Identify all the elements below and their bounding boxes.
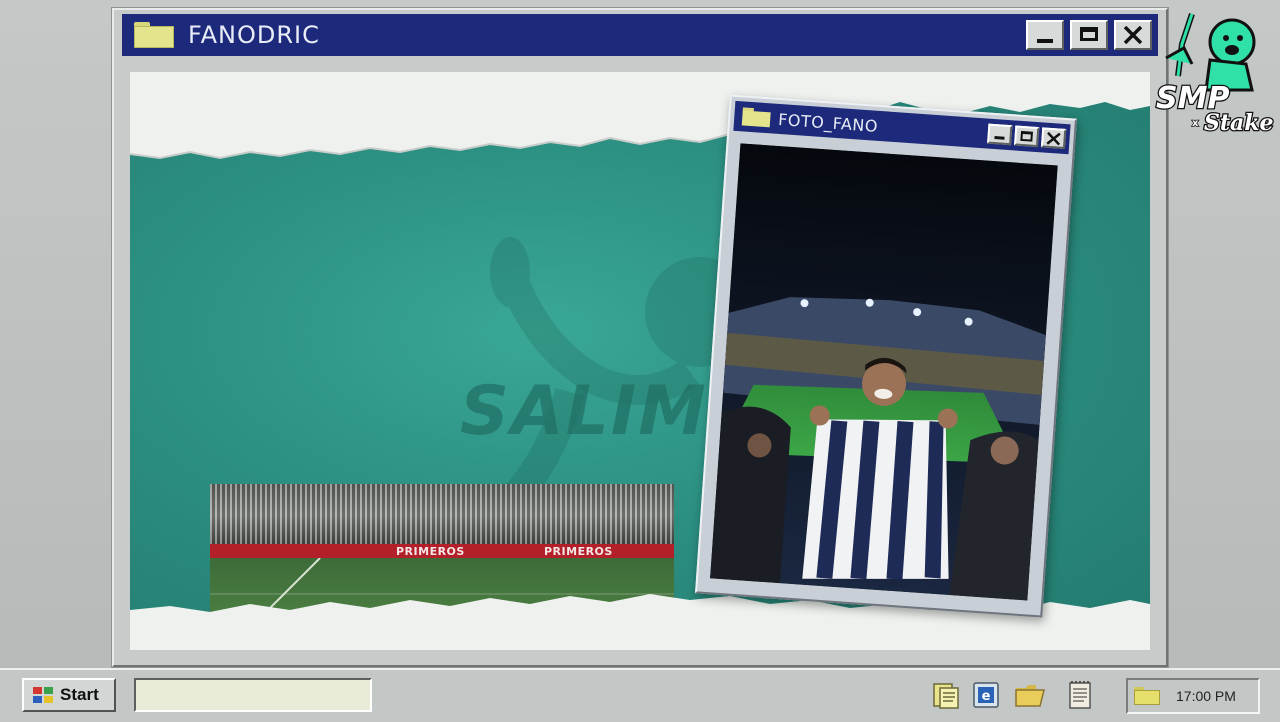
taskbar-input[interactable]: [134, 678, 372, 712]
close-button[interactable]: [1114, 20, 1152, 50]
window-title: FANODRIC: [188, 21, 320, 49]
browser-icon[interactable]: e: [970, 680, 1002, 710]
start-button[interactable]: Start: [22, 678, 116, 712]
folder-icon: [134, 22, 174, 48]
maximize-button[interactable]: [1070, 20, 1108, 50]
photo-close-button[interactable]: [1040, 127, 1067, 149]
adboard: PRIMEROS PRIMEROS: [210, 544, 674, 558]
logo-text-stake: Stake: [1204, 110, 1274, 136]
folder-icon[interactable]: [1014, 680, 1046, 710]
svg-text:e: e: [982, 689, 991, 704]
main-titlebar[interactable]: FANODRIC: [122, 14, 1158, 56]
notepad-icon[interactable]: [1064, 680, 1096, 710]
close-icon: [1046, 131, 1061, 146]
start-label: Start: [60, 685, 99, 704]
smp-stake-logo: SMP x Stake: [1155, 13, 1275, 136]
taskbar: Start e 17:00 PM: [0, 668, 1280, 722]
clock-time: 17:00 PM: [1176, 688, 1236, 704]
logo-text-x: x: [1192, 118, 1199, 129]
document-icon[interactable]: [930, 680, 962, 710]
fan-photo: [710, 143, 1058, 601]
photo-window-title: FOTO_FANO: [777, 109, 879, 136]
windows-logo-icon: [33, 687, 53, 703]
photo-maximize-button[interactable]: [1014, 125, 1040, 148]
adboard-text: PRIMEROS: [544, 545, 613, 558]
minimize-button[interactable]: [1026, 20, 1064, 50]
close-icon: [1123, 26, 1143, 44]
system-clock[interactable]: 17:00 PM: [1126, 678, 1260, 714]
folder-icon: [741, 107, 771, 128]
photo-window[interactable]: FOTO_FANO: [694, 94, 1078, 618]
folder-icon: [1134, 687, 1160, 705]
photo-minimize-button[interactable]: [987, 123, 1013, 146]
adboard-text: PRIMEROS: [396, 545, 465, 558]
